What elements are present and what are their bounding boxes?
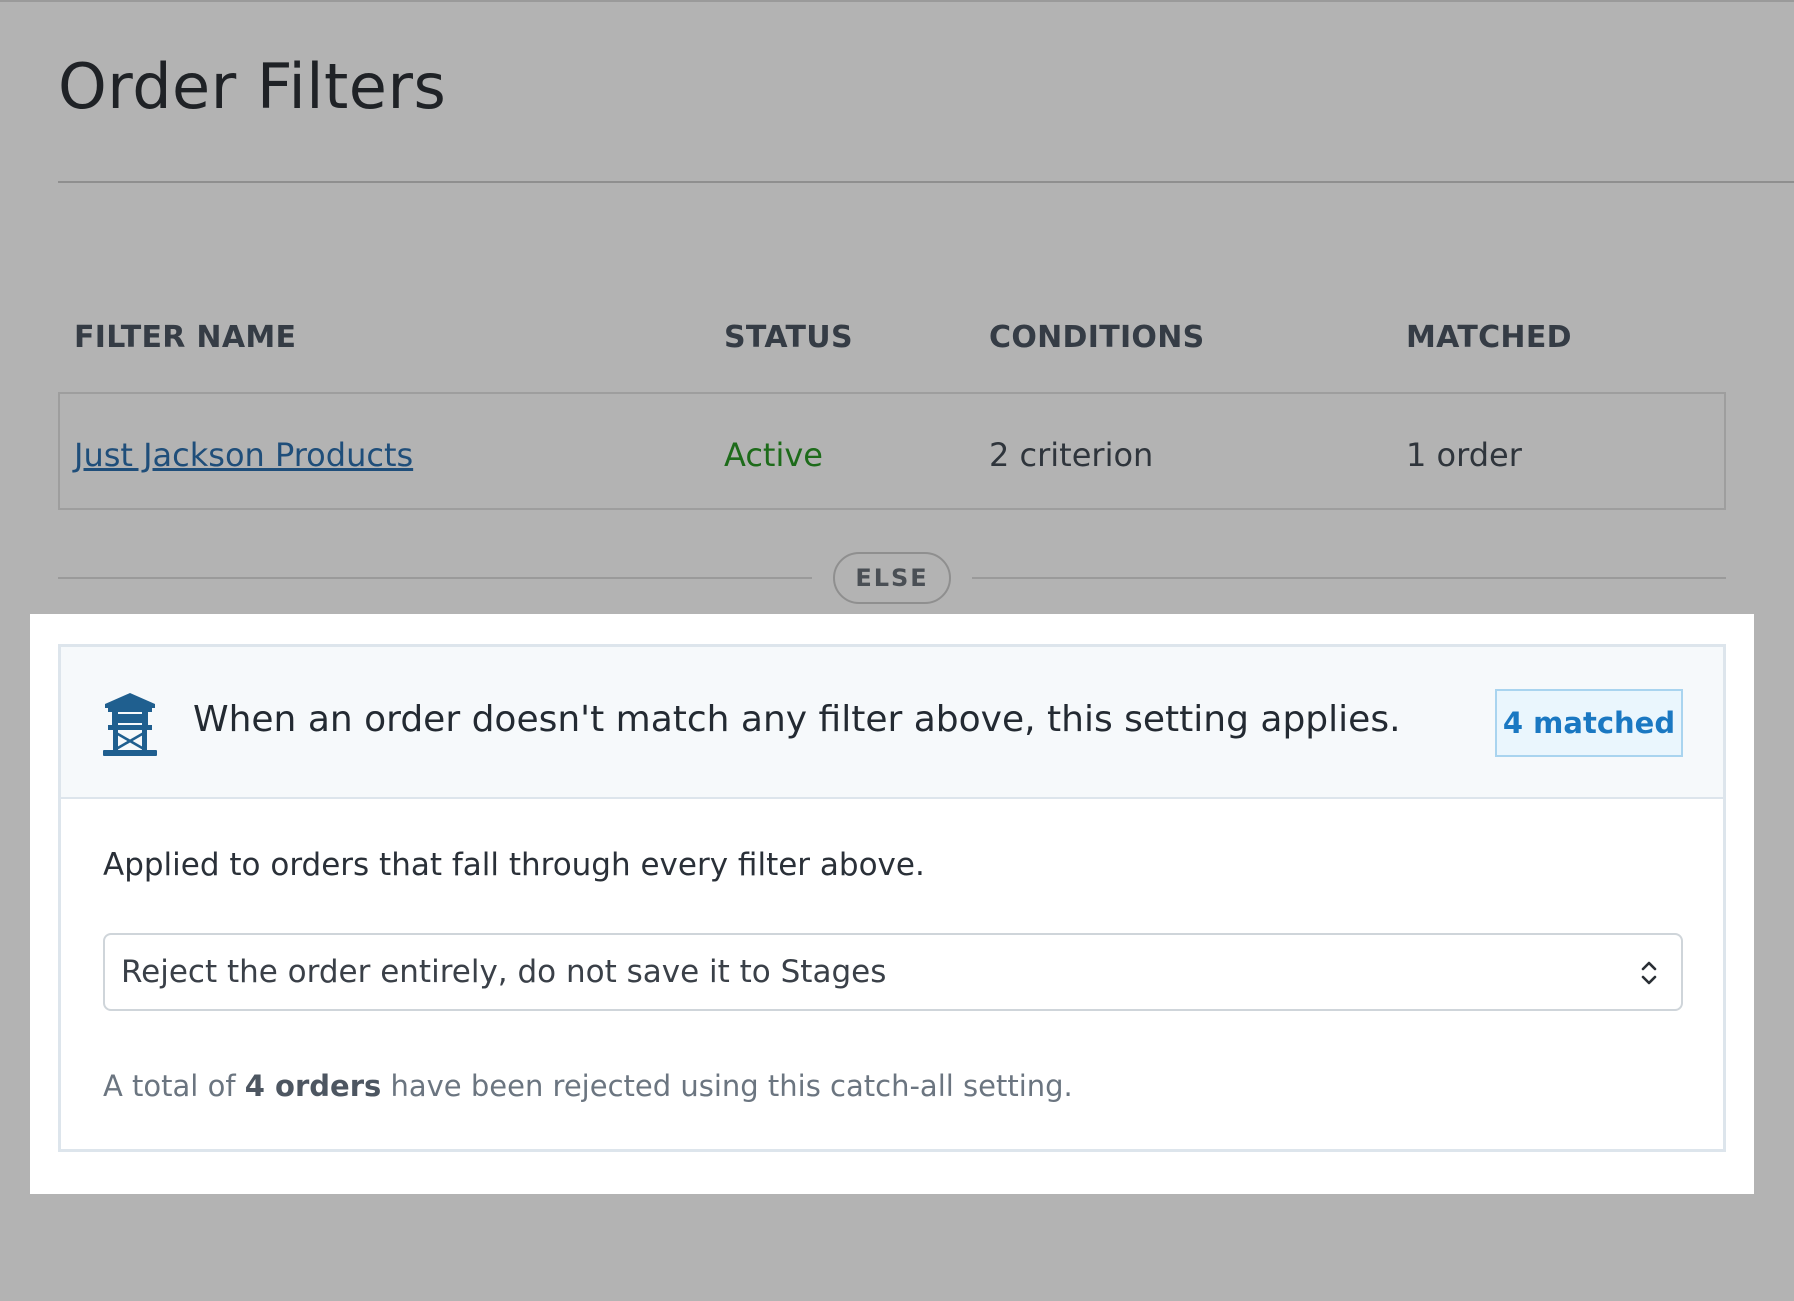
- catch-all-title: When an order doesn't match any filter a…: [193, 699, 1401, 740]
- filter-name-link[interactable]: Just Jackson Products: [74, 436, 413, 474]
- catch-all-card: When an order doesn't match any filter a…: [58, 644, 1726, 1152]
- else-label: ELSE: [833, 552, 951, 604]
- catch-all-description: Applied to orders that fall through ever…: [103, 847, 925, 883]
- status-badge: Active: [724, 436, 823, 474]
- watchtower-icon: [103, 693, 157, 756]
- column-header-matched: MATCHED: [1406, 320, 1572, 355]
- matched-badge: 4 matched: [1495, 689, 1683, 757]
- page-title: Order Filters: [58, 50, 447, 123]
- column-header-filter-name: FILTER NAME: [74, 320, 297, 355]
- chevron-up-down-icon: [1641, 961, 1657, 985]
- column-header-conditions: CONDITIONS: [989, 320, 1205, 355]
- matched-count: 1 order: [1406, 436, 1522, 474]
- catch-all-action-select[interactable]: Reject the order entirely, do not save i…: [103, 933, 1683, 1011]
- summary-prefix: A total of: [103, 1069, 245, 1103]
- rejected-summary: A total of 4 orders have been rejected u…: [103, 1069, 1073, 1103]
- column-header-status: STATUS: [724, 320, 853, 355]
- else-divider-left: [58, 577, 812, 579]
- title-divider: [58, 181, 1794, 183]
- conditions-count: 2 criterion: [989, 436, 1154, 474]
- select-value: Reject the order entirely, do not save i…: [121, 954, 887, 990]
- else-divider-right: [972, 577, 1726, 579]
- summary-suffix: have been rejected using this catch-all …: [381, 1069, 1073, 1103]
- rejected-count: 4 orders: [244, 1069, 382, 1103]
- catch-all-header: When an order doesn't match any filter a…: [61, 647, 1723, 799]
- top-edge: [0, 0, 1794, 2]
